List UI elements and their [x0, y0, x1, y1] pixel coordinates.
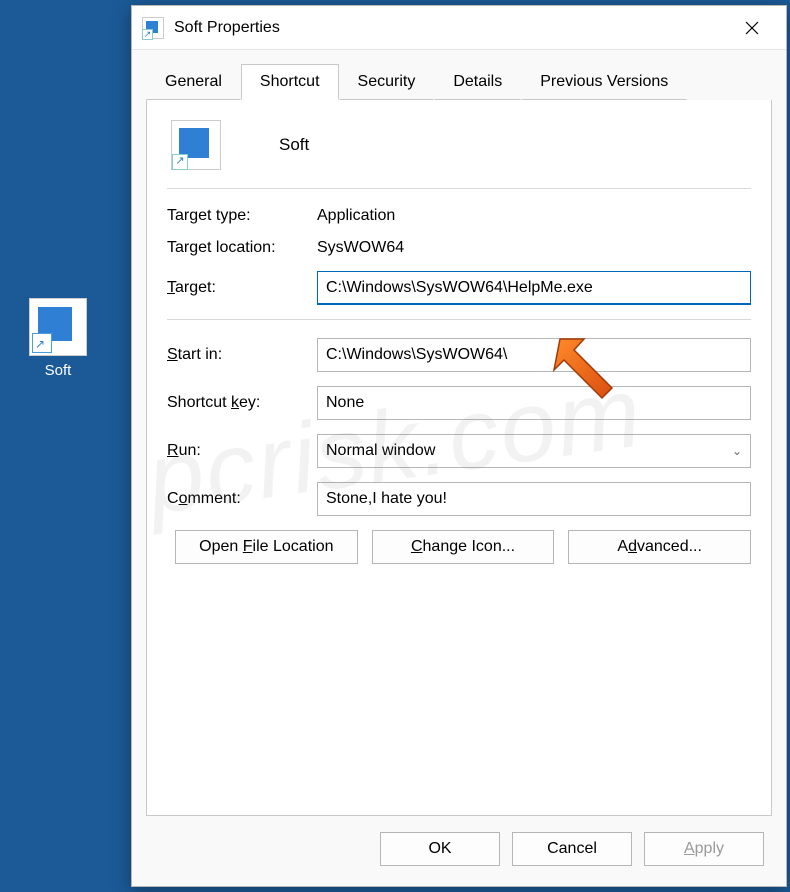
field-target-type: Target type: Application [167, 207, 751, 225]
run-value: Normal window [326, 442, 435, 460]
close-button[interactable] [728, 10, 776, 46]
target-type-label: Target type: [167, 207, 317, 225]
shortcut-key-input[interactable] [317, 386, 751, 420]
tab-strip: General Shortcut Security Details Previo… [132, 50, 786, 100]
close-icon [745, 21, 759, 35]
field-target: Target: [167, 271, 751, 305]
field-shortcut-key: Shortcut key: [167, 386, 751, 420]
field-start-in: Start in: [167, 338, 751, 372]
start-in-label: Start in: [167, 346, 317, 364]
target-location-label: Target location: [167, 239, 317, 257]
chevron-down-icon: ⌄ [732, 444, 742, 458]
apply-button[interactable]: Apply [644, 832, 764, 866]
tab-details[interactable]: Details [434, 64, 521, 100]
comment-label: Comment: [167, 490, 317, 508]
mid-button-row: Open File Location Change Icon... Advanc… [175, 530, 751, 564]
start-in-input[interactable] [317, 338, 751, 372]
shortcut-big-icon [171, 120, 221, 170]
run-select[interactable]: Normal window ⌄ [317, 434, 751, 468]
ok-button[interactable]: OK [380, 832, 500, 866]
open-file-location-button[interactable]: Open File Location [175, 530, 358, 564]
tab-previous-versions[interactable]: Previous Versions [521, 64, 687, 100]
field-run: Run: Normal window ⌄ [167, 434, 751, 468]
dialog-footer: OK Cancel Apply [132, 816, 786, 886]
titlebar[interactable]: Soft Properties [132, 6, 786, 50]
target-input[interactable] [317, 271, 751, 305]
shortcut-key-label: Shortcut key: [167, 394, 317, 412]
desktop-shortcut[interactable]: ↗ Soft [18, 298, 98, 379]
advanced-button[interactable]: Advanced... [568, 530, 751, 564]
target-location-value: SysWOW64 [317, 239, 404, 257]
run-label: Run: [167, 442, 317, 460]
tab-shortcut[interactable]: Shortcut [241, 64, 339, 100]
tab-security[interactable]: Security [339, 64, 435, 100]
shortcut-tab-pane: Soft Target type: Application Target loc… [146, 100, 772, 816]
field-target-location: Target location: SysWOW64 [167, 239, 751, 257]
comment-input[interactable] [317, 482, 751, 516]
tab-general[interactable]: General [146, 64, 241, 100]
shortcut-name: Soft [279, 135, 309, 155]
target-label: Target: [167, 279, 317, 297]
shortcut-icon: ↗ [29, 298, 87, 356]
separator [167, 188, 751, 189]
cancel-button[interactable]: Cancel [512, 832, 632, 866]
properties-dialog: Soft Properties General Shortcut Securit… [131, 5, 787, 887]
titlebar-icon [142, 17, 164, 39]
desktop-shortcut-label: Soft [18, 362, 98, 379]
field-comment: Comment: [167, 482, 751, 516]
titlebar-title: Soft Properties [174, 19, 728, 37]
separator [167, 319, 751, 320]
change-icon-button[interactable]: Change Icon... [372, 530, 555, 564]
target-type-value: Application [317, 207, 395, 225]
header-row: Soft [167, 120, 751, 170]
